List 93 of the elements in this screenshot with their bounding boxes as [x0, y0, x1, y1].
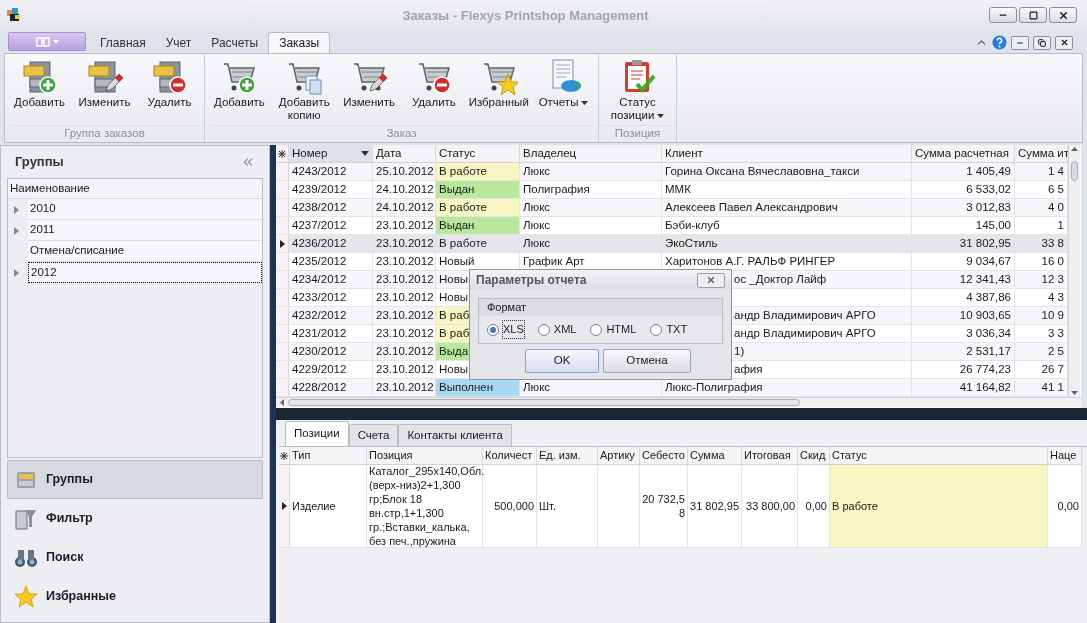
table-cell: 31 802,95 — [690, 499, 739, 513]
table-cell-text: Люкс-Полиграфия — [665, 379, 763, 395]
table-cell-text: 4 3 — [1048, 289, 1064, 305]
panel-title: Группы — [15, 153, 64, 172]
table-cell: Каталог_295x140,Обл.(верх-низ)2+1,300 гр;Блок 18 вн.стр,1+1,300 гр.;Вставки_калька, без печ.,пружина — [369, 464, 485, 548]
table-cell-text: 4 0 — [1048, 199, 1064, 215]
status-cell: В работе — [830, 465, 1048, 547]
table-cell-text: 25.10.2012 — [376, 163, 434, 179]
table-cell-text: Люкс — [523, 235, 551, 251]
status-cell: Выдан — [436, 217, 520, 234]
table-cell-text: андр Владимирович АРГО — [734, 325, 876, 341]
table-cell-text: 6 5 — [1048, 181, 1064, 197]
table-cell: 500,000 — [494, 499, 534, 513]
table-cell-text: Бэби-клуб — [665, 217, 720, 233]
table-cell-text: Люкс — [523, 163, 551, 179]
table-cell-text: 4243/2012 — [292, 163, 347, 179]
column-header: Наименование — [10, 180, 90, 196]
table-cell-text: 3 012,83 — [966, 199, 1011, 215]
table-cell-text: 1 405,49 — [966, 163, 1011, 179]
table-cell-text: 23.10.2012 — [376, 343, 434, 359]
table-cell-text: 10 9 — [1041, 307, 1064, 323]
table-cell-text: 6 533,02 — [966, 181, 1011, 197]
table-cell-text: 2 531,17 — [966, 343, 1011, 359]
table-cell: Шт. — [539, 499, 556, 513]
table-cell-text: 12 341,43 — [959, 271, 1011, 287]
group-label: Заказ — [386, 126, 417, 142]
table-cell-text: Полиграфия — [523, 181, 590, 197]
table-cell-text: 41 164,82 — [959, 379, 1011, 395]
table-cell-text: График Арт — [523, 253, 585, 269]
table-cell-text: ос _Доктор Лайф — [734, 271, 827, 287]
table-cell-text: 4231/2012 — [292, 325, 347, 341]
table-cell-text: 26 774,23 — [959, 361, 1011, 377]
table-cell-text: 23.10.2012 — [376, 271, 434, 287]
table-cell-text: 4230/2012 — [292, 343, 347, 359]
table-cell-text: 1) — [734, 343, 745, 359]
table-cell-text: 23.10.2012 — [376, 289, 434, 305]
table-cell-text: 12 3 — [1041, 271, 1064, 287]
table-cell-text: Люкс — [523, 217, 551, 233]
table-cell-text: 23.10.2012 — [376, 307, 434, 323]
table-cell-text: 4228/2012 — [292, 379, 347, 395]
table-cell: 0,00 — [805, 499, 827, 513]
table-cell-text: 4239/2012 — [292, 181, 347, 197]
table-cell: Изделие — [292, 499, 336, 513]
status-cell: В работе — [436, 235, 520, 252]
table-cell-text: 1 — [1057, 217, 1064, 233]
table-cell-text: 2 5 — [1048, 343, 1064, 359]
table-cell-text: 9 034,67 — [966, 253, 1011, 269]
table-cell-text: 23.10.2012 — [376, 235, 434, 251]
table-cell-text: 3 036,34 — [966, 325, 1011, 341]
table-cell-text: 145,00 — [975, 217, 1011, 233]
table-cell-text: 24.10.2012 — [376, 181, 434, 197]
table-cell-text: 24.10.2012 — [376, 199, 434, 215]
group-label: Группа заказов — [64, 126, 145, 142]
status-cell: Выдан — [436, 181, 520, 198]
table-cell-text: 4235/2012 — [292, 253, 347, 269]
status-cell: Выполнен — [436, 379, 520, 396]
table-cell-text: Люкс — [523, 379, 551, 395]
table-cell-text: 4234/2012 — [292, 271, 347, 287]
table-cell-text: 4233/2012 — [292, 289, 347, 305]
table-cell-text: Горина Оксана Вячеславовна_такси — [665, 163, 860, 179]
table-cell-text: 4232/2012 — [292, 307, 347, 323]
table-cell-text: 33 8 — [1041, 235, 1064, 251]
table-cell-text: 23.10.2012 — [376, 379, 434, 395]
table-cell-text: 4237/2012 — [292, 217, 347, 233]
table-cell-text: 16 0 — [1041, 253, 1064, 269]
table-cell: 0,00 — [1057, 499, 1079, 513]
table-cell-text: 23.10.2012 — [376, 217, 434, 233]
table-cell-text: 4238/2012 — [292, 199, 347, 215]
table-cell-text: Харитонов А.Г. РАЛЬФ РИНГЕР — [665, 253, 836, 269]
table-cell-text: 41 1 — [1041, 379, 1064, 395]
table-cell-text: 1 4 — [1048, 163, 1064, 179]
window-title: Заказы - Flexys Printshop Management — [402, 8, 649, 23]
table-cell: 20 732,58 — [642, 492, 685, 520]
table-cell-text: 10 903,65 — [959, 307, 1011, 323]
table-cell-text: 31 802,95 — [959, 235, 1011, 251]
status-cell: В работе — [436, 199, 520, 216]
table-cell-text: Люкс — [523, 199, 551, 215]
table-cell-text: андр Владимирович АРГО — [734, 307, 876, 323]
table-cell-text: 26 7 — [1041, 361, 1064, 377]
table-cell-text: Алексеев Павел Александрович — [665, 199, 838, 215]
group-label: Позиция — [614, 126, 661, 142]
table-cell-text: 23.10.2012 — [376, 361, 434, 377]
table-cell-text: 4 387,86 — [966, 289, 1011, 305]
table-cell: 33 800,00 — [746, 499, 795, 513]
table-cell-text: 3 3 — [1048, 325, 1064, 341]
table-cell-text: афия — [734, 361, 763, 377]
table-cell-text: 4229/2012 — [292, 361, 347, 377]
table-cell-text: 23.10.2012 — [376, 325, 434, 341]
table-cell-text: ЭкоСтиль — [665, 235, 718, 251]
status-cell: В работе — [436, 163, 520, 180]
table-cell-text: 23.10.2012 — [376, 253, 434, 269]
table-cell-text: ММК — [665, 181, 691, 197]
table-cell-text: 4236/2012 — [292, 235, 347, 251]
